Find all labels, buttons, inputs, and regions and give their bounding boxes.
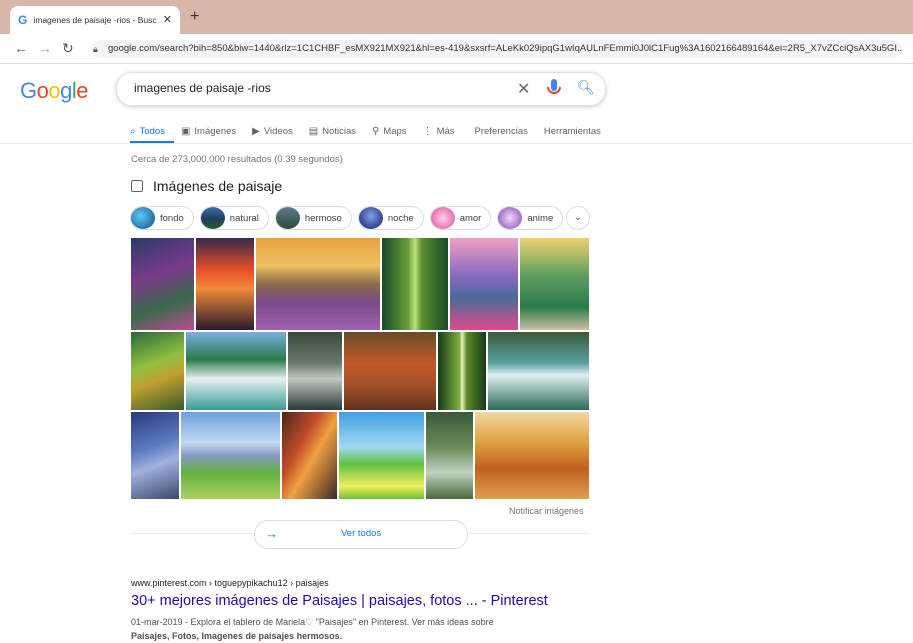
chip-label: fondo xyxy=(160,212,184,224)
image-thumbnail[interactable] xyxy=(488,332,589,410)
image-thumbnail[interactable] xyxy=(450,238,518,330)
video-icon: ▶ xyxy=(252,125,260,137)
chip-label: anime xyxy=(527,212,554,224)
snippet-line: 01-mar-2019 - Explora el tablero de Mari… xyxy=(131,617,494,627)
chip-amor[interactable]: amor xyxy=(429,206,492,230)
chip-thumbnail xyxy=(430,207,455,229)
tab-videos[interactable]: ▶ Videos xyxy=(252,121,293,141)
image-thumbnail[interactable] xyxy=(475,412,589,499)
tab-preferencias[interactable]: Preferencias xyxy=(475,121,528,141)
tab-title: imagenes de paisaje -rios - Busc xyxy=(33,15,157,25)
tab-label: Noticias xyxy=(322,125,356,137)
images-heading-text: Imágenes de paisaje xyxy=(153,178,283,194)
search-box: ✕ 🔍︎ xyxy=(116,72,606,106)
image-thumbnail[interactable] xyxy=(339,412,424,499)
image-thumbnail[interactable] xyxy=(196,238,254,330)
browser-chrome: G imagenes de paisaje -rios - Busc ✕ + ←… xyxy=(0,0,913,64)
image-thumbnail[interactable] xyxy=(382,238,448,330)
image-icon xyxy=(131,180,143,192)
address-bar: ← → ↻ google.com/search?bih=850&biw=1440… xyxy=(0,34,913,64)
image-thumbnail[interactable] xyxy=(131,332,184,410)
chip-natural[interactable]: natural xyxy=(199,206,269,230)
image-thumbnail[interactable] xyxy=(438,332,486,410)
image-thumbnail[interactable] xyxy=(256,238,380,330)
arrow-right-icon: → xyxy=(265,526,278,541)
forward-icon[interactable]: → xyxy=(38,40,52,56)
tab-strip: G imagenes de paisaje -rios - Busc ✕ + xyxy=(0,0,913,34)
news-icon: ▤ xyxy=(308,125,319,137)
chip-thumbnail xyxy=(131,207,155,229)
clear-icon[interactable]: ✕ xyxy=(517,79,530,99)
chip-thumbnail xyxy=(358,207,383,229)
tab-label: Maps xyxy=(383,125,407,137)
search-icon[interactable]: 🔍︎ xyxy=(577,79,595,96)
tab-herramientas[interactable]: Herramientas xyxy=(544,121,601,141)
chip-thumbnail xyxy=(498,207,523,229)
lock-icon[interactable]: 🔒︎ xyxy=(93,44,98,55)
chip-thumbnail xyxy=(275,207,300,229)
chevron-down-icon[interactable]: ⌄ xyxy=(566,206,590,230)
microphone-stand-icon xyxy=(547,87,561,94)
map-pin-icon: ⚲ xyxy=(372,125,380,137)
more-vert-icon: ⋮ xyxy=(422,125,433,137)
search-tabs: ⌕ Todos ▣ Imágenes ▶ Videos ▤ Noticias ⚲ Maps… xyxy=(130,121,617,141)
images-heading[interactable]: Imágenes de paisaje xyxy=(131,178,282,194)
tab-maps[interactable]: ⚲ Maps xyxy=(372,121,407,141)
chip-noche[interactable]: noche xyxy=(357,206,424,230)
image-thumbnail[interactable] xyxy=(181,412,280,499)
chip-label: noche xyxy=(387,212,414,224)
google-logo[interactable]: Google xyxy=(20,78,89,104)
tab-noticias[interactable]: ▤ Noticias xyxy=(309,121,356,141)
chip-label: natural xyxy=(229,212,259,224)
tab-label: Preferencias xyxy=(474,125,528,137)
image-thumbnail[interactable] xyxy=(288,332,342,410)
tab-imagenes[interactable]: ▣ Imágenes xyxy=(181,121,236,141)
tab-label: Videos xyxy=(263,125,293,137)
chip-hermoso[interactable]: hermoso xyxy=(274,206,352,230)
close-icon[interactable]: ✕ xyxy=(163,13,172,26)
chip-label: hermoso xyxy=(304,212,342,224)
tab-mas[interactable]: ⋮ Más xyxy=(423,121,455,141)
url-field[interactable]: google.com/search?bih=850&biw=1440&rlz=1… xyxy=(92,40,902,58)
image-thumbnail[interactable] xyxy=(344,332,436,410)
reload-icon[interactable]: ↻ xyxy=(62,40,74,57)
snippet-line: Paisajes, Fotos, Imagenes de paisajes he… xyxy=(131,631,343,641)
notify-images-link[interactable]: Notificar imágenes xyxy=(509,506,584,516)
url-text: google.com/search?bih=850&biw=1440&rlz=1… xyxy=(108,43,902,54)
new-tab-icon[interactable]: + xyxy=(190,8,199,26)
chip-label: amor xyxy=(459,212,482,224)
refinement-chips: fondo natural hermoso noche amor anime xyxy=(130,206,569,230)
image-thumbnail[interactable] xyxy=(520,238,589,330)
chip-anime[interactable]: anime xyxy=(497,206,564,230)
image-thumbnail[interactable] xyxy=(186,332,286,410)
image-icon: ▣ xyxy=(180,125,191,137)
google-favicon-icon: G xyxy=(18,13,28,27)
result-cite: www.pinterest.com › toguepypikachu12 › p… xyxy=(131,578,329,588)
tab-label: Más xyxy=(436,125,455,137)
image-thumbnail[interactable] xyxy=(131,412,179,499)
image-thumbnail[interactable] xyxy=(131,238,194,330)
view-all-button[interactable]: → Ver todos xyxy=(254,520,468,549)
tab-label: Imágenes xyxy=(194,125,237,137)
tab-label: Todos xyxy=(139,125,165,137)
image-thumbnail[interactable] xyxy=(426,412,473,499)
search-icon: ⌕ xyxy=(130,125,136,137)
header-divider xyxy=(0,143,913,144)
back-icon[interactable]: ← xyxy=(14,40,28,56)
result-title-link[interactable]: 30+ mejores imágenes de Paisajes | paisa… xyxy=(131,593,548,609)
view-all-label: Ver todos xyxy=(341,528,382,539)
chip-fondo[interactable]: fondo xyxy=(130,206,194,230)
browser-tab[interactable]: G imagenes de paisaje -rios - Busc ✕ xyxy=(10,6,180,34)
tab-label: Herramientas xyxy=(543,125,601,137)
image-thumbnail[interactable] xyxy=(282,412,337,499)
tab-todos[interactable]: ⌕ Todos xyxy=(130,121,165,141)
chip-thumbnail xyxy=(200,207,225,229)
results-stats: Cerca de 273,000,000 resultados (0.39 se… xyxy=(131,154,343,165)
search-input[interactable] xyxy=(132,80,496,96)
